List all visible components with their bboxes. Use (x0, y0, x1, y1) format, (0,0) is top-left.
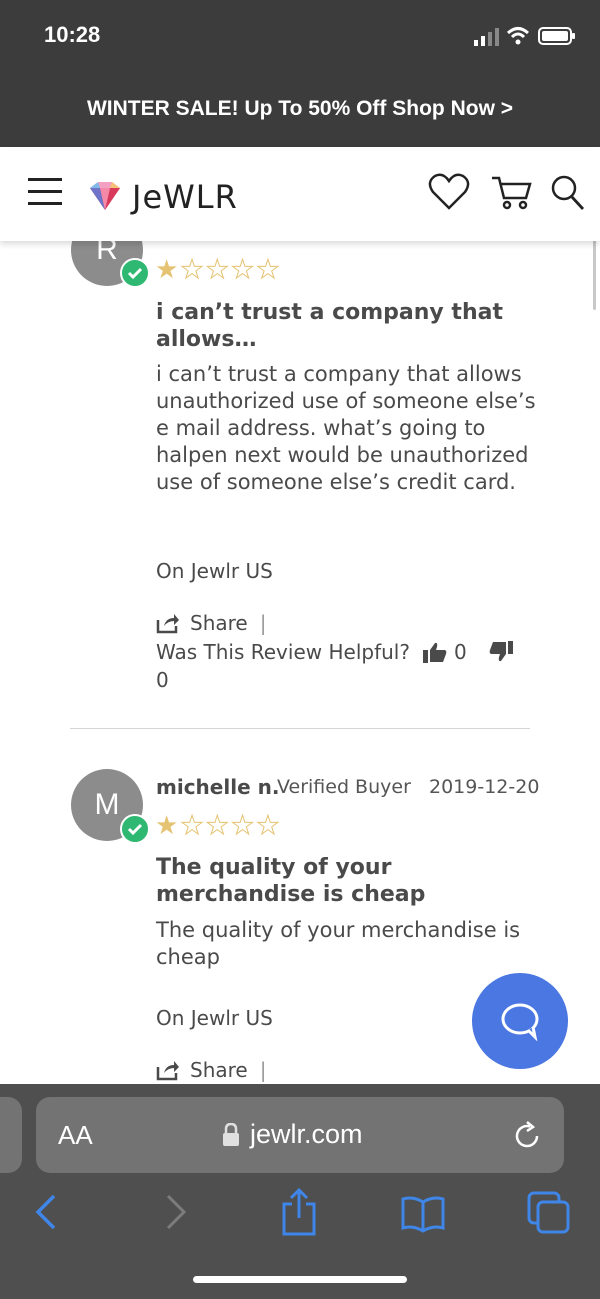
share-separator: | (259, 611, 267, 635)
bookmarks-icon[interactable] (400, 1194, 446, 1234)
review-date: 2019-12-20 (429, 776, 540, 798)
domain-text: jewlr.com (250, 1119, 363, 1149)
share-label: Share (190, 1058, 248, 1082)
verified-buyer-label: Verified Buyer (277, 776, 411, 798)
address-domain[interactable]: jewlr.com (222, 1119, 363, 1150)
cart-icon[interactable] (490, 172, 534, 212)
wishlist-heart-icon[interactable] (428, 172, 470, 212)
tabs-icon[interactable] (526, 1190, 572, 1236)
share-link[interactable]: Share | (156, 611, 266, 635)
verified-check-icon (120, 814, 150, 844)
back-icon[interactable] (34, 1192, 58, 1232)
helpful-question: Was This Review Helpful? (156, 640, 410, 664)
star-rating: ★★★★★ (155, 255, 282, 286)
review-store: On Jewlr US (156, 559, 273, 583)
share-label: Share (190, 611, 248, 635)
helpful-down-count: 0 (156, 668, 169, 692)
home-indicator[interactable] (193, 1276, 407, 1283)
reload-icon[interactable] (512, 1121, 542, 1151)
thumbs-down-icon[interactable] (489, 641, 513, 663)
share-sheet-icon[interactable] (280, 1188, 318, 1236)
gem-logo-icon (90, 182, 120, 210)
review-body: i can’t trust a company that allows unau… (156, 362, 536, 494)
logo-text: JeWLR (132, 178, 238, 216)
lock-icon (223, 1122, 239, 1146)
menu-icon[interactable] (28, 178, 62, 206)
review-store: On Jewlr US (156, 1006, 273, 1030)
review-divider (70, 728, 530, 729)
share-icon (156, 614, 179, 634)
chat-bubble-icon (501, 1003, 539, 1041)
helpful-up-count: 0 (454, 640, 467, 664)
forward-icon[interactable] (164, 1192, 188, 1232)
jewlr-logo[interactable]: JeWLR (86, 178, 238, 216)
search-icon[interactable] (550, 174, 586, 212)
chat-button[interactable] (472, 973, 568, 1069)
star-rating: ★★★★★ (155, 811, 282, 842)
verified-check-icon (120, 258, 150, 288)
share-separator: | (259, 1058, 267, 1082)
review-title: i can’t trust a company that allows… (156, 300, 503, 352)
previous-tab-bar[interactable] (0, 1097, 22, 1173)
thumbs-up-icon[interactable] (423, 641, 447, 663)
share-icon (156, 1061, 179, 1081)
share-link[interactable]: Share | (156, 1058, 266, 1082)
review-body: The quality of your merchandise is cheap (156, 918, 521, 969)
review-title: The quality of your merchandise is cheap (156, 855, 426, 907)
reviewer-name: michelle n. (156, 775, 280, 799)
text-size-button[interactable]: AA (58, 1120, 93, 1151)
